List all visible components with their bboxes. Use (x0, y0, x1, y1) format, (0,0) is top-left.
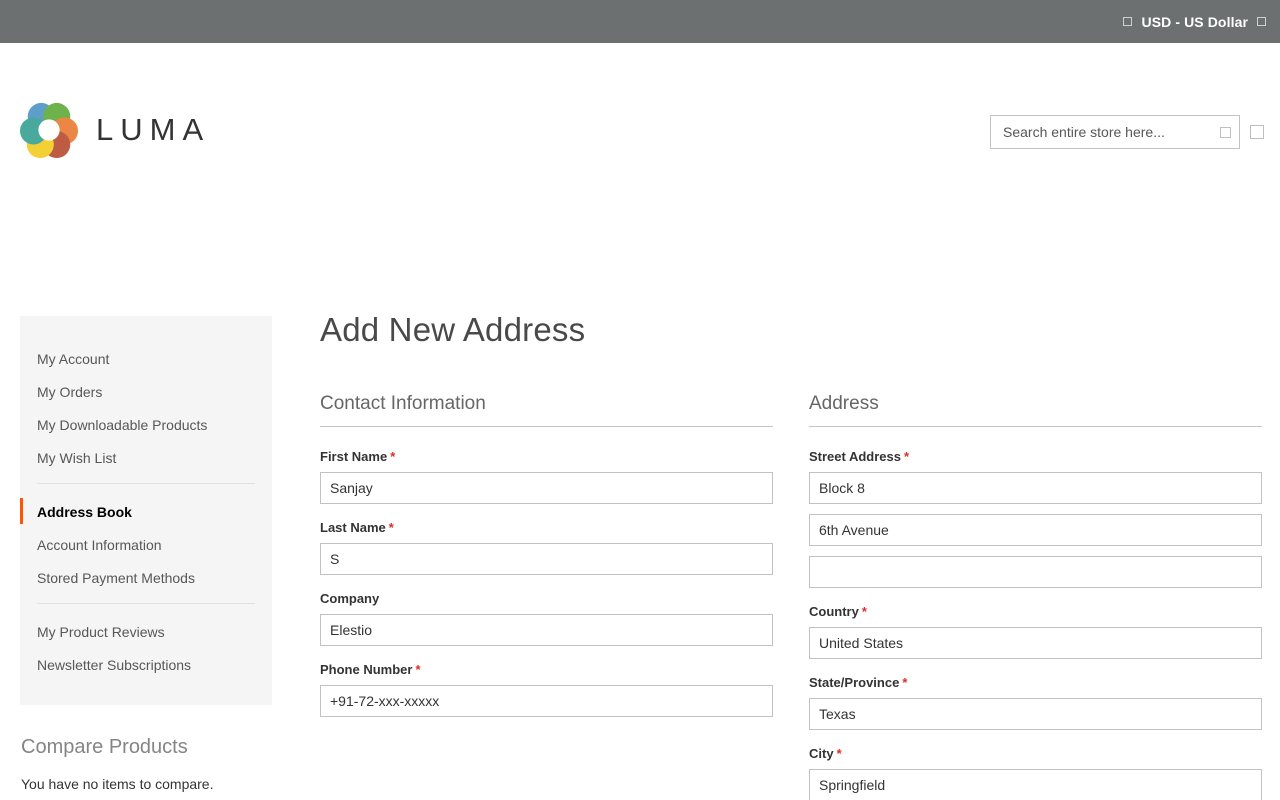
label-text: Company (320, 591, 379, 606)
required-asterisk: * (389, 520, 394, 535)
required-asterisk: * (837, 746, 842, 761)
sidebar-item-stored-payment-methods[interactable]: Stored Payment Methods (20, 561, 272, 594)
label-text: Last Name (320, 520, 386, 535)
sidebar-item-label: My Orders (37, 384, 102, 400)
address-fieldset: Address Street Address* Country* (809, 393, 1262, 800)
sidebar-item-account-information[interactable]: Account Information (20, 528, 272, 561)
sidebar-item-my-account[interactable]: My Account (20, 342, 272, 375)
field-last-name: Last Name* (320, 520, 773, 575)
account-nav: My Account My Orders My Downloadable Pro… (20, 316, 272, 705)
sidebar-item-my-wish-list[interactable]: My Wish List (20, 441, 272, 474)
address-legend: Address (809, 393, 1262, 427)
first-name-label: First Name* (320, 449, 773, 464)
sidebar-item-my-orders[interactable]: My Orders (20, 375, 272, 408)
sidebar-item-my-product-reviews[interactable]: My Product Reviews (20, 615, 272, 648)
nav-divider (37, 603, 255, 604)
country-select[interactable] (809, 627, 1262, 659)
city-label: City* (809, 746, 1262, 761)
compare-products-block: Compare Products You have no items to co… (20, 735, 272, 792)
phone-number-input[interactable] (320, 685, 773, 717)
sidebar-item-label: Account Information (37, 537, 162, 553)
field-country: Country* (809, 604, 1262, 659)
nav-group-2: Address Book Account Information Stored … (20, 495, 272, 594)
last-name-label: Last Name* (320, 520, 773, 535)
page-title: Add New Address (320, 311, 1262, 349)
street-address-line-3-input[interactable] (809, 556, 1262, 588)
compare-products-empty-text: You have no items to compare. (21, 776, 271, 792)
country-label: Country* (809, 604, 1262, 619)
field-city: City* (809, 746, 1262, 800)
state-province-select[interactable] (809, 698, 1262, 730)
sidebar-item-my-downloadable-products[interactable]: My Downloadable Products (20, 408, 272, 441)
field-street-address: Street Address* (809, 449, 1262, 588)
sidebar-item-label: My Account (37, 351, 109, 367)
street-address-line-1-input[interactable] (809, 472, 1262, 504)
compare-products-title: Compare Products (21, 735, 271, 759)
nav-group-3: My Product Reviews Newsletter Subscripti… (20, 615, 272, 681)
sidebar-item-label: Stored Payment Methods (37, 570, 195, 586)
currency-label: USD - US Dollar (1141, 14, 1248, 30)
sidebar-item-newsletter-subscriptions[interactable]: Newsletter Subscriptions (20, 648, 272, 681)
field-state-province: State/Province* (809, 675, 1262, 730)
page-body: My Account My Orders My Downloadable Pro… (0, 133, 1280, 176)
label-text: First Name (320, 449, 387, 464)
contact-information-legend: Contact Information (320, 393, 773, 427)
company-input[interactable] (320, 614, 773, 646)
sidebar-item-label: My Downloadable Products (37, 417, 207, 433)
contact-information-fieldset: Contact Information First Name* Last Nam… (320, 393, 773, 800)
phone-number-label: Phone Number* (320, 662, 773, 677)
city-input[interactable] (809, 769, 1262, 800)
field-first-name: First Name* (320, 449, 773, 504)
state-province-label: State/Province* (809, 675, 1262, 690)
field-phone-number: Phone Number* (320, 662, 773, 717)
first-name-input[interactable] (320, 472, 773, 504)
nav-group-1: My Account My Orders My Downloadable Pro… (20, 342, 272, 474)
label-text: Phone Number (320, 662, 412, 677)
sidebar-item-label: My Wish List (37, 450, 116, 466)
required-asterisk: * (902, 675, 907, 690)
sidebar-item-label: Newsletter Subscriptions (37, 657, 191, 673)
label-text: State/Province (809, 675, 899, 690)
main-content: Add New Address Contact Information Firs… (320, 311, 1262, 800)
form-columns: Contact Information First Name* Last Nam… (320, 393, 1262, 800)
required-asterisk: * (862, 604, 867, 619)
chevron-down-placeholder-icon (1257, 17, 1266, 26)
company-label: Company (320, 591, 773, 606)
sidebar-item-address-book[interactable]: Address Book (20, 495, 272, 528)
last-name-input[interactable] (320, 543, 773, 575)
nav-divider (37, 483, 255, 484)
label-text: City (809, 746, 834, 761)
sidebar-item-label: My Product Reviews (37, 624, 165, 640)
sidebar: My Account My Orders My Downloadable Pro… (20, 316, 272, 800)
label-text: Country (809, 604, 859, 619)
street-address-label: Street Address* (809, 449, 1262, 464)
placeholder-box-icon (1123, 17, 1132, 26)
street-address-line-2-input[interactable] (809, 514, 1262, 546)
site-header: LUMA (0, 43, 1280, 133)
field-company: Company (320, 591, 773, 646)
required-asterisk: * (904, 449, 909, 464)
sidebar-item-label: Address Book (37, 504, 132, 520)
top-currency-bar: USD - US Dollar (0, 0, 1280, 43)
required-asterisk: * (390, 449, 395, 464)
label-text: Street Address (809, 449, 901, 464)
required-asterisk: * (415, 662, 420, 677)
currency-switcher[interactable]: USD - US Dollar (1123, 14, 1266, 30)
